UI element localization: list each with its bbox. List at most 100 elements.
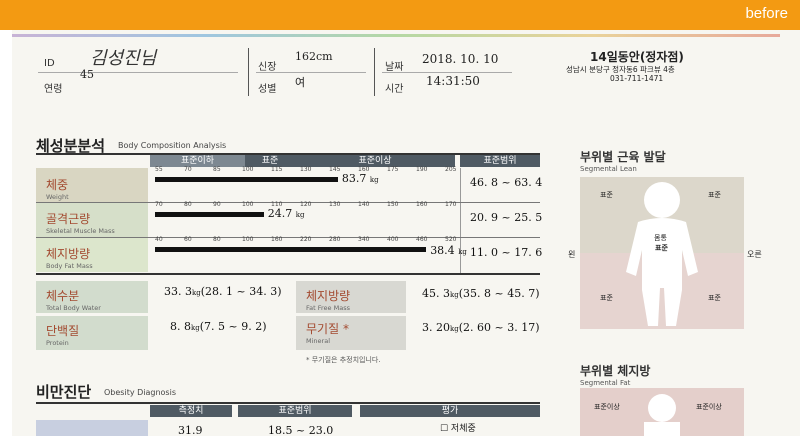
tick-label: 70: [155, 201, 163, 208]
tick-label: 85: [213, 166, 221, 173]
lean-left-side-label: 왼: [568, 250, 576, 259]
clinic-name: 14일동안(정자점): [590, 50, 684, 64]
ffm-label: 체지방량 Fat Free Mass: [306, 289, 351, 312]
fat-body-silhouette: [644, 394, 680, 436]
mineral-value: 3. 20kg(2. 60 ~ 3. 17): [422, 321, 540, 334]
segmental-fat-title-en: Segmental Fat: [580, 379, 631, 387]
tick-label: 130: [329, 201, 341, 208]
height-value: 162cm: [295, 50, 333, 63]
tick-label: 100: [242, 201, 254, 208]
muscle-label: 골격근량 Skeletal Muscle Mass: [46, 212, 115, 235]
tick-label: 40: [155, 236, 163, 243]
obesity-title: 비만진단: [36, 384, 92, 401]
clinic-phone: 031-711-1471: [610, 74, 664, 83]
tick-label: 160: [271, 236, 283, 243]
obesity-rule: [36, 402, 540, 404]
lean-right-side-label: 오른: [747, 250, 762, 259]
mineral-label: 무기질 * Mineral: [306, 322, 349, 345]
weight-ticks: 55 70 85 100 115 130 145 160 175 190 205: [155, 166, 457, 174]
tick-label: 55: [155, 166, 163, 173]
sex-value: 여: [295, 76, 306, 89]
tick-label: 520: [445, 236, 457, 243]
banner-label: before: [745, 5, 788, 22]
col-measured: 측정치: [150, 405, 232, 417]
tick-label: 80: [213, 236, 221, 243]
muscle-value: 24.7 kg: [267, 207, 305, 220]
tick-label: 100: [242, 236, 254, 243]
segmental-fat-title: 부위별 체지방: [580, 364, 651, 378]
lean-trunk-label: 몸통: [654, 234, 667, 242]
tick-label: 130: [300, 166, 312, 173]
tick-label: 100: [242, 166, 254, 173]
tick-label: 280: [329, 236, 341, 243]
tick-label: 90: [213, 201, 221, 208]
age-label: 연령: [44, 84, 63, 95]
top-banner: before: [0, 0, 800, 30]
tick-label: 205: [445, 166, 457, 173]
tick-label: 150: [387, 201, 399, 208]
height-underline: [256, 72, 366, 73]
fat-left-arm: 표준이상: [594, 403, 620, 411]
obesity-value: 31.9: [178, 424, 203, 437]
weight-bar: [155, 177, 338, 182]
range-divider: [460, 168, 461, 274]
tick-label: 460: [416, 236, 428, 243]
weight-value: 83.7 kg: [341, 172, 379, 185]
tick-label: 115: [271, 166, 283, 173]
lean-left-leg: 표준: [600, 294, 613, 302]
fat-ticks: 40 60 80 100 160 220 280 340 400 460 520: [155, 236, 457, 244]
tick-label: 160: [416, 201, 428, 208]
row-sep-3: [36, 273, 540, 275]
tick-label: 175: [387, 166, 399, 173]
lean-right-leg: 표준: [708, 294, 721, 302]
mineral-note: * 무기질은 추정치입니다.: [306, 356, 381, 364]
tick-label: 70: [184, 166, 192, 173]
col-standard-range: 표준범위: [460, 155, 540, 167]
lean-right-arm: 표준: [708, 191, 721, 199]
muscle-ticks: 70 80 90 100 110 120 130 140 150 160 170: [155, 201, 457, 209]
fat-right-arm: 표준이상: [696, 403, 722, 411]
time-label: 시간: [385, 84, 404, 95]
id-label: ID: [44, 58, 55, 69]
date-underline: [382, 72, 512, 73]
protein-label: 단백질 Protein: [46, 324, 80, 347]
tick-label: 190: [416, 166, 428, 173]
tick-label: 80: [184, 201, 192, 208]
eval-underweight: ☐ 저체중: [440, 424, 476, 434]
fat-value: 38.4 kg: [430, 244, 467, 257]
lean-trunk: 표준: [655, 244, 668, 252]
tick-label: 220: [300, 236, 312, 243]
tick-label: 170: [445, 201, 457, 208]
tick-label: 400: [387, 236, 399, 243]
age-value: 45: [80, 68, 94, 81]
obesity-title-en: Obesity Diagnosis: [104, 388, 176, 397]
weight-label: 체중 Weight: [46, 178, 69, 201]
height-label: 신장: [258, 62, 277, 73]
segmental-lean-title: 부위별 근육 발달: [580, 150, 666, 164]
tick-label: 340: [358, 236, 370, 243]
tick-label: 145: [329, 166, 341, 173]
weight-range: 46. 8 ~ 63. 4: [470, 176, 543, 189]
composition-title-en: Body Composition Analysis: [118, 141, 227, 150]
ffm-value: 45. 3kg(35. 8 ~ 45. 7): [422, 287, 540, 300]
protein-value: 8. 8kg(7. 5 ~ 9. 2): [170, 320, 267, 333]
col-obesity-range: 표준범위: [238, 405, 352, 417]
handwritten-name: 김성진님: [90, 48, 157, 69]
time-value: 14:31:50: [426, 74, 480, 88]
obesity-row-bg: [36, 420, 148, 436]
muscle-range: 20. 9 ~ 25. 5: [470, 211, 543, 224]
col-evaluation: 평가: [360, 405, 540, 417]
fat-label: 체지방량 Body Fat Mass: [46, 247, 93, 270]
header-divider-1: [248, 48, 249, 96]
fat-bar: [155, 247, 427, 252]
id-underline: [38, 72, 238, 73]
header-divider-2: [374, 48, 375, 96]
fat-range: 11. 0 ~ 17. 6: [470, 246, 543, 259]
date-label: 날짜: [385, 62, 404, 73]
obesity-range: 18.5 ~ 23.0: [268, 424, 334, 437]
lean-body-silhouette: [626, 182, 698, 326]
muscle-bar: [155, 212, 264, 217]
tick-label: 60: [184, 236, 192, 243]
color-strip: [12, 34, 780, 37]
sex-label: 성별: [258, 84, 277, 95]
